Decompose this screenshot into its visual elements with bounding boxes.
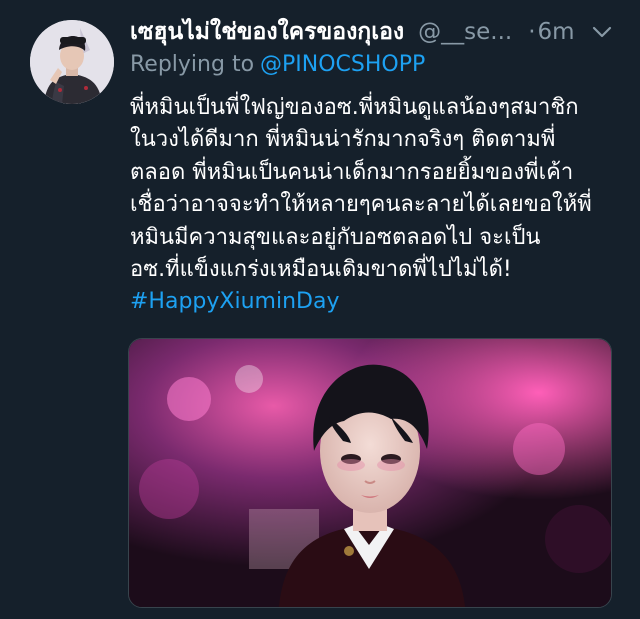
timestamp[interactable]: 6m [538, 19, 575, 45]
hashtag-link[interactable]: #HappyXiuminDay [130, 286, 620, 318]
avatar[interactable] [30, 20, 114, 104]
replying-to: Replying to @PINOCSHOPP [130, 52, 425, 77]
replying-to-label: Replying to [130, 52, 255, 77]
avatar-image [30, 20, 114, 104]
photo-image [129, 339, 611, 607]
tweet: เซฮุนไม่ใช่ของใครของกุเอง @__se... · 6m … [0, 0, 640, 619]
tweet-text-line: เชื่อว่าอาจจะทำให้หลายๆคนละลายได้เลยขอให… [130, 192, 592, 218]
tweet-text-line: หมินมีความสุขและอยู่กับอซตลอดไป จะเป็น [130, 224, 541, 250]
user-handle[interactable]: @__se... [418, 19, 512, 45]
tweet-text-line: อซ.ที่แข็งแกร่งเหมือนเดิมขาดพี่ไปไม่ได้! [130, 257, 512, 283]
tweet-text-line: ในวงได้ดีมาก พี่หมินน่ารักมากจริงๆ ติดตา… [130, 127, 556, 153]
tweet-header: เซฮุนไม่ใช่ของใครของกุเอง @__se... · 6m [130, 14, 620, 50]
separator-dot: · [528, 19, 536, 45]
display-name[interactable]: เซฮุนไม่ใช่ของใครของกุเอง [130, 14, 404, 50]
chevron-down-icon[interactable] [591, 21, 613, 43]
replying-to-link[interactable]: @PINOCSHOPP [260, 52, 425, 77]
tweet-text-line: ตลอด พี่หมินเป็นคนน่าเด็กมากรอยยิ้มของพี… [130, 159, 574, 185]
tweet-media-photo[interactable] [128, 338, 612, 608]
tweet-text-line: พี่หมินเป็นพี่ใฟญ่ของอซ.พี่หมินดูแลน้องๆ… [130, 95, 579, 120]
tweet-text: พี่หมินเป็นพี่ใฟญ่ของอซ.พี่หมินดูแลน้องๆ… [130, 92, 620, 319]
